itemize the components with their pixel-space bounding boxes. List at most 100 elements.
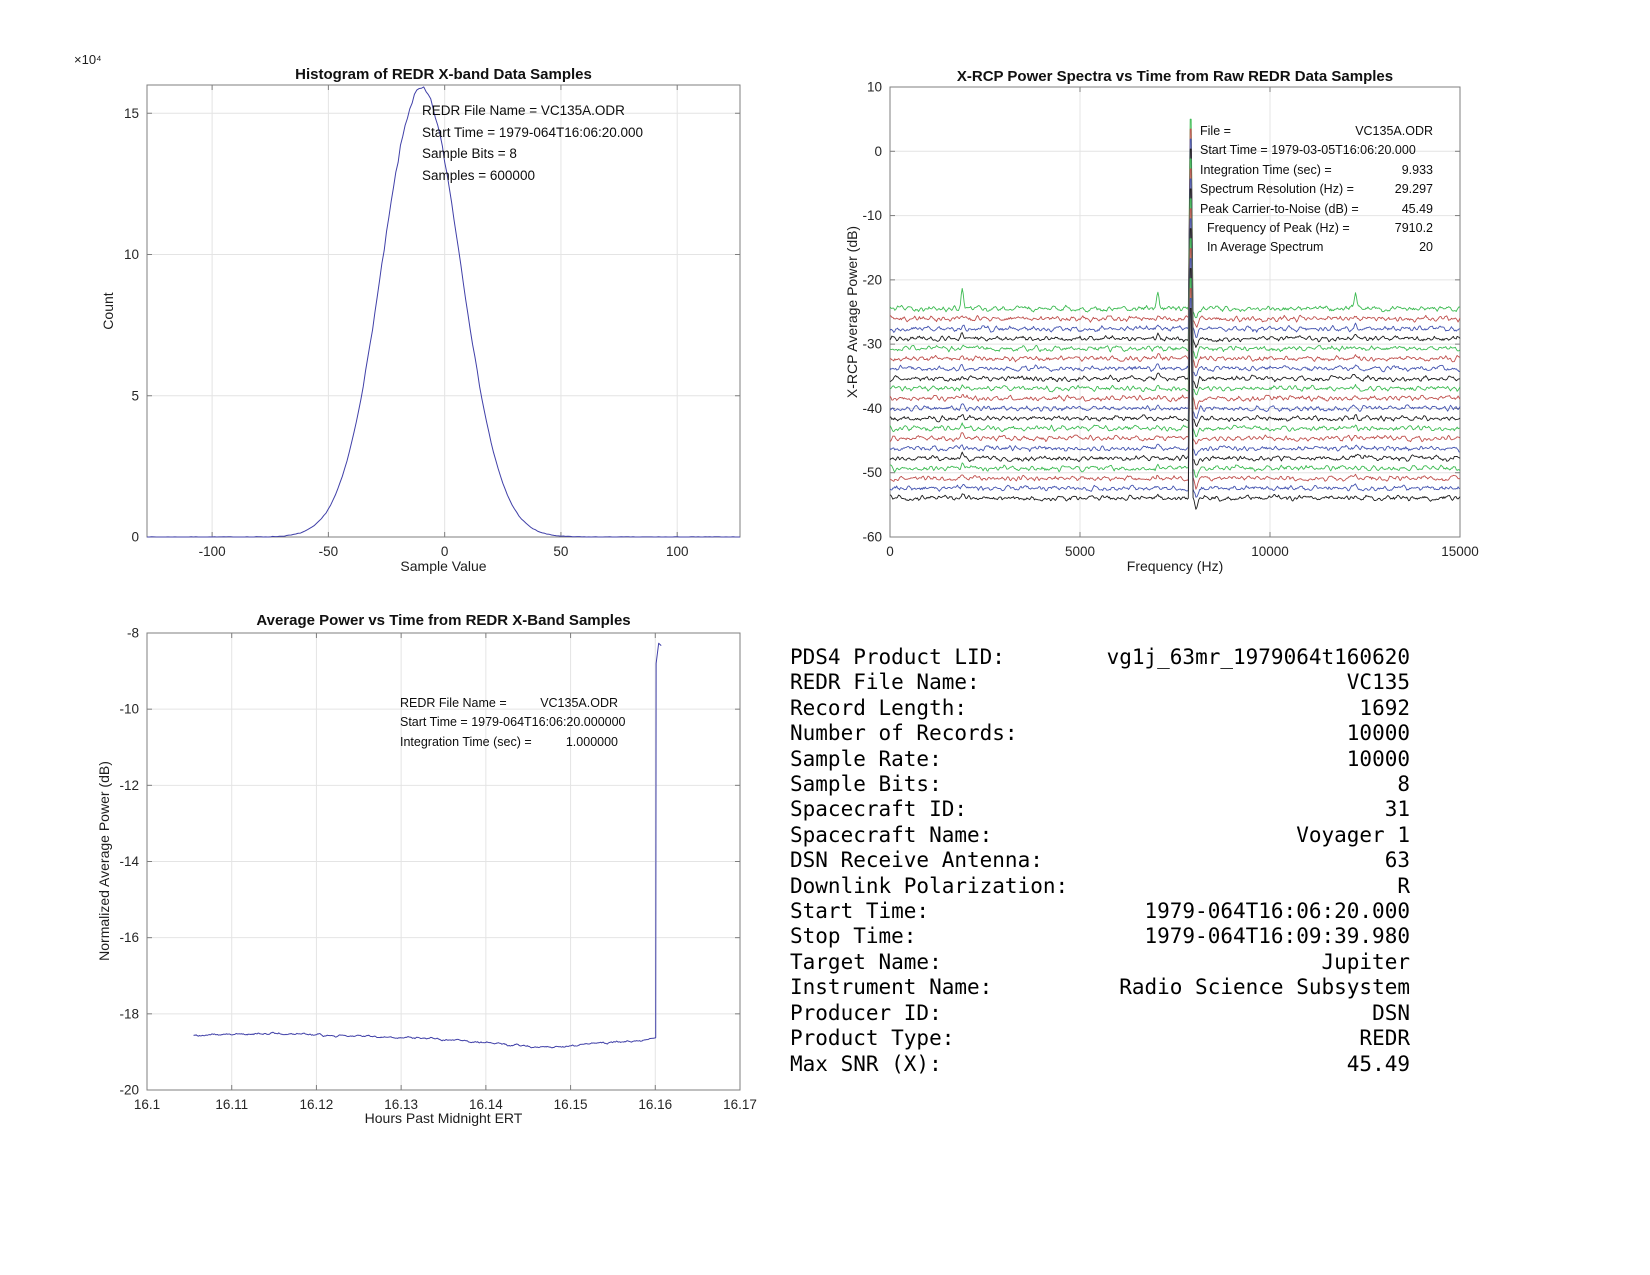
- spectra-annotation-row: File = VC135A.ODR: [1200, 122, 1433, 141]
- svg-text:-30: -30: [862, 337, 882, 352]
- metadata-row: DSN Receive Antenna: 63: [790, 848, 1410, 873]
- avg-power-annotation-row-label: Start Time = 1979-064T16:06:20.000000: [400, 715, 626, 730]
- metadata-row: REDR File Name: VC135: [790, 670, 1410, 695]
- histogram-ylabel: Count: [100, 292, 116, 330]
- metadata-value: Voyager 1: [1296, 822, 1410, 847]
- metadata-label: PDS4 Product LID:: [790, 645, 1005, 669]
- avg-power-annotation-row-value: 1.000000: [565, 734, 618, 749]
- metadata-label: Max SNR (X):: [790, 1051, 942, 1076]
- svg-text:10: 10: [867, 80, 882, 95]
- spectra-annotation-row: Integration Time (sec) = 9.933: [1200, 161, 1433, 180]
- metadata-row: Max SNR (X): 45.49: [790, 1052, 1410, 1077]
- spectra-ylabel: X-RCP Average Power (dB): [844, 225, 860, 399]
- svg-text:-16: -16: [119, 930, 139, 945]
- spectra-annotation-row-value: 20: [1419, 240, 1433, 255]
- metadata-value: R: [1397, 873, 1410, 898]
- svg-text:5: 5: [131, 388, 139, 403]
- spectra-annotation-row: Spectrum Resolution (Hz) = 29.297: [1200, 180, 1433, 199]
- svg-text:15: 15: [124, 106, 139, 121]
- metadata-value: 45.49: [1346, 1051, 1410, 1076]
- metadata-block: PDS4 Product LID: vg1j_63mr_1979064t16062…: [790, 645, 1410, 1077]
- svg-text:50: 50: [553, 544, 568, 559]
- metadata-label: Sample Rate:: [790, 746, 942, 771]
- metadata-value: 31: [1384, 797, 1410, 822]
- svg-text:-10: -10: [862, 208, 882, 223]
- spectra-annotation-row: Start Time = 1979-03-05T16:06:20.000: [1200, 141, 1433, 160]
- avg-power-annotation-row-label: Integration Time (sec) =: [400, 734, 532, 749]
- metadata-label: Instrument Name:: [790, 975, 993, 1000]
- metadata-row: Spacecraft Name: Voyager 1: [790, 823, 1410, 848]
- metadata-value: 10000: [1346, 721, 1410, 746]
- svg-text:0: 0: [874, 144, 882, 159]
- histogram-annotation-line: Samples = 600000: [422, 167, 535, 183]
- svg-text:-50: -50: [862, 465, 882, 480]
- metadata-row: Instrument Name: Radio Science Subsystem: [790, 975, 1410, 1000]
- avg-power-annotation-row: Integration Time (sec) = 1.000000: [400, 733, 618, 752]
- spectra-annotation-row-label: File =: [1200, 124, 1231, 138]
- metadata-label: Target Name:: [790, 949, 942, 974]
- metadata-row: Target Name: Jupiter: [790, 950, 1410, 975]
- figure-canvas: -100 -50 0 50 100 0 5 10 15 0 5000 10000 15000 10 0 -1…: [0, 0, 1650, 1275]
- spectra-annotation-row-label: In Average Spectrum: [1200, 240, 1324, 255]
- metadata-value: 63: [1384, 848, 1410, 873]
- svg-text:-8: -8: [127, 626, 139, 641]
- spectra-annotation-row-value: 7910.2: [1394, 221, 1433, 236]
- metadata-row: Producer ID: DSN: [790, 1001, 1410, 1026]
- histogram-y-scale-label: ×10⁴: [74, 52, 102, 67]
- histogram-annotation-line: Sample Bits = 8: [422, 146, 517, 161]
- svg-text:0: 0: [441, 544, 449, 559]
- metadata-row: Sample Bits: 8: [790, 772, 1410, 797]
- spectra-annotation-row-label: Spectrum Resolution (Hz) =: [1200, 182, 1354, 197]
- histogram-annotation-line: Start Time = 1979-064T16:06:20.000: [422, 124, 644, 140]
- metadata-row: PDS4 Product LID: vg1j_63mr_1979064t16062…: [790, 645, 1410, 670]
- svg-text:-14: -14: [119, 854, 139, 869]
- spectra-annotation-row-value: 9.933: [1401, 162, 1433, 177]
- spectra-annotation-row-label: Integration Time (sec) =: [1200, 162, 1332, 177]
- svg-text:-20: -20: [862, 272, 882, 287]
- avg-power-annotation-row: REDR File Name = VC135A.ODR: [400, 694, 618, 713]
- svg-text:-100: -100: [199, 544, 226, 559]
- svg-text:10: 10: [124, 247, 139, 262]
- spectra-annotation-row: In Average Spectrum 20: [1200, 238, 1433, 257]
- metadata-value: 10000: [1346, 746, 1410, 771]
- svg-text:0: 0: [131, 530, 139, 545]
- metadata-label: Record Length:: [790, 695, 968, 720]
- svg-text:15000: 15000: [1441, 544, 1479, 559]
- svg-text:0: 0: [886, 544, 894, 559]
- metadata-row: Stop Time: 1979-064T16:09:39.980: [790, 924, 1410, 949]
- metadata-value: Radio Science Subsystem: [1119, 975, 1410, 1000]
- metadata-label: Downlink Polarization:: [790, 873, 1069, 898]
- metadata-row: Spacecraft ID: 31: [790, 797, 1410, 822]
- spectra-title: X-RCP Power Spectra vs Time from Raw RED…: [956, 68, 1394, 85]
- metadata-label: Stop Time:: [790, 924, 917, 949]
- spectra-annotation-row-value: 29.297: [1394, 182, 1433, 197]
- avg-power-annotation: REDR File Name = VC135A.ODR Start Time = 1…: [400, 694, 626, 752]
- spectra-annotation-row-label: Frequency of Peak (Hz) =: [1200, 221, 1350, 236]
- metadata-label: Producer ID:: [790, 1000, 942, 1025]
- metadata-row: Product Type: REDR: [790, 1026, 1410, 1051]
- svg-text:-40: -40: [862, 401, 882, 416]
- svg-text:-60: -60: [862, 530, 882, 545]
- avg-power-annotation-row-label: REDR File Name =: [400, 696, 507, 710]
- metadata-row: Sample Rate: 10000: [790, 747, 1410, 772]
- metadata-row: Record Length: 1692: [790, 696, 1410, 721]
- spectra-annotation: File = VC135A.ODR Start Time = 1979-03-05T…: [1200, 122, 1433, 258]
- metadata-value: vg1j_63mr_1979064t160620: [1106, 645, 1410, 669]
- metadata-value: Jupiter: [1321, 949, 1410, 974]
- metadata-value: DSN: [1372, 1000, 1410, 1025]
- metadata-label: Product Type:: [790, 1026, 955, 1051]
- histogram-annotation-line: REDR File Name = VC135A.ODR: [422, 103, 625, 118]
- avg-power-title: Average Power vs Time from REDR X-Band S…: [256, 612, 631, 629]
- metadata-label: Start Time:: [790, 899, 930, 924]
- spectra-xlabel: Frequency (Hz): [1126, 558, 1224, 574]
- metadata-label: Number of Records:: [790, 721, 1018, 746]
- histogram-title: Histogram of REDR X-band Data Samples: [295, 66, 592, 83]
- metadata-value: 8: [1397, 772, 1410, 797]
- metadata-value: 1692: [1359, 695, 1410, 720]
- spectra-annotation-row-value: 45.49: [1401, 201, 1433, 216]
- metadata-label: Spacecraft Name:: [790, 822, 993, 847]
- metadata-row: Downlink Polarization: R: [790, 874, 1410, 899]
- metadata-value: 1979-064T16:09:39.980: [1144, 924, 1410, 949]
- spectra-annotation-row: Peak Carrier-to-Noise (dB) = 45.49: [1200, 200, 1433, 219]
- svg-text:-50: -50: [319, 544, 339, 559]
